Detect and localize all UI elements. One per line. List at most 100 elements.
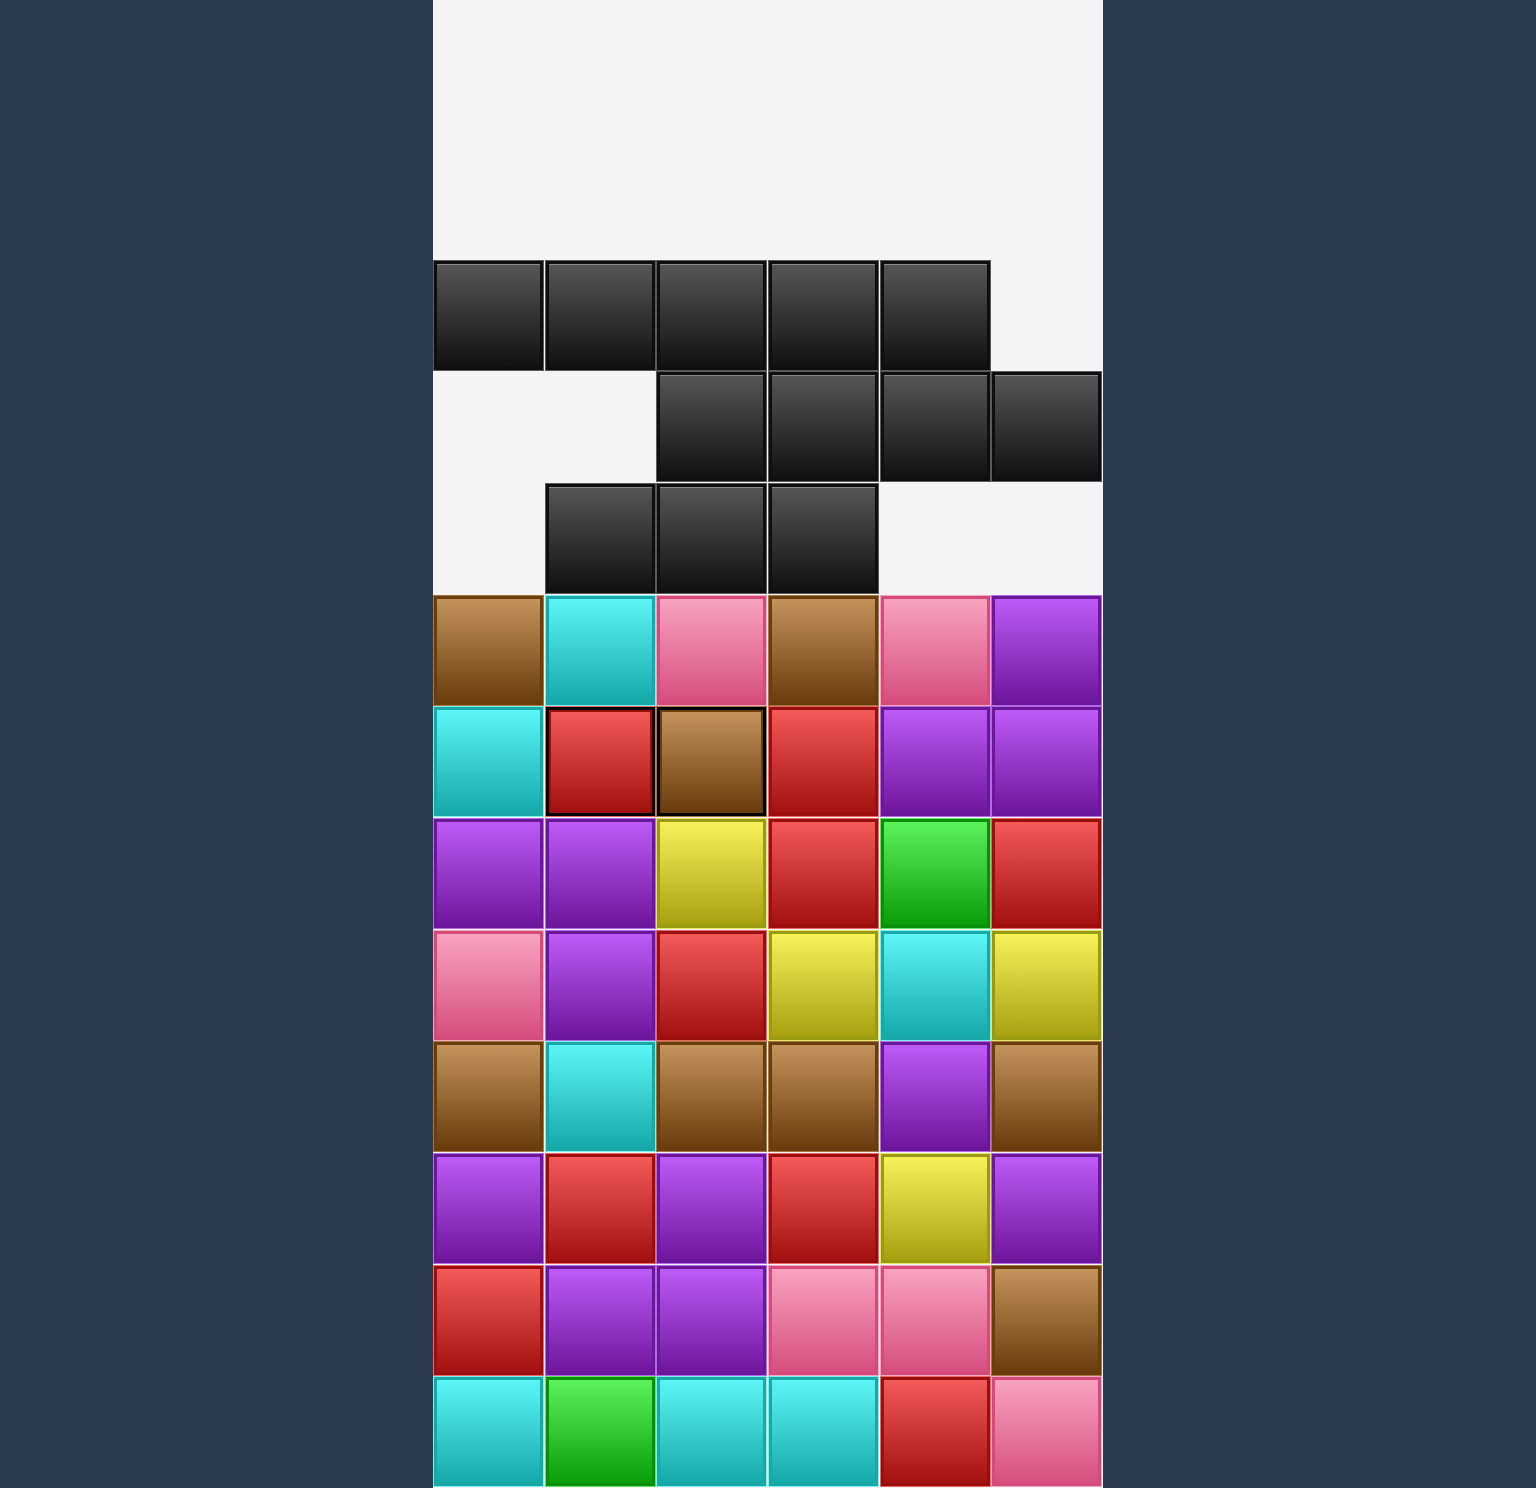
block-brown[interactable] — [991, 1041, 1102, 1152]
block-black[interactable] — [545, 483, 656, 594]
block-purple[interactable] — [545, 818, 656, 929]
block-face — [884, 1269, 987, 1372]
block-black[interactable] — [656, 260, 767, 371]
block-cyan[interactable] — [768, 1376, 879, 1487]
block-brown[interactable] — [656, 1041, 767, 1152]
block-yellow[interactable] — [880, 1153, 991, 1264]
block-red[interactable] — [545, 706, 656, 817]
block-face — [437, 599, 540, 702]
block-face — [995, 1269, 1098, 1372]
block-face — [772, 1269, 875, 1372]
block-black[interactable] — [433, 260, 544, 371]
block-black[interactable] — [656, 483, 767, 594]
block-pink[interactable] — [433, 930, 544, 1041]
block-pink[interactable] — [880, 1265, 991, 1376]
block-face — [772, 1157, 875, 1260]
block-purple[interactable] — [656, 1153, 767, 1264]
block-face — [660, 822, 763, 925]
block-face — [437, 822, 540, 925]
block-brown[interactable] — [768, 595, 879, 706]
block-purple[interactable] — [880, 706, 991, 817]
block-face — [995, 822, 1098, 925]
block-face — [549, 1380, 652, 1483]
block-purple[interactable] — [656, 1265, 767, 1376]
block-cyan[interactable] — [433, 1376, 544, 1487]
block-cyan[interactable] — [433, 706, 544, 817]
block-face — [884, 375, 987, 478]
block-red[interactable] — [545, 1153, 656, 1264]
block-pink[interactable] — [991, 1376, 1102, 1487]
block-face — [772, 487, 875, 590]
block-face — [884, 822, 987, 925]
block-purple[interactable] — [433, 818, 544, 929]
game-screen — [0, 0, 1536, 1488]
block-face — [884, 1157, 987, 1260]
block-face — [884, 264, 987, 367]
block-yellow[interactable] — [656, 818, 767, 929]
block-pink[interactable] — [656, 595, 767, 706]
block-brown[interactable] — [433, 595, 544, 706]
block-yellow[interactable] — [768, 930, 879, 1041]
block-purple[interactable] — [991, 1153, 1102, 1264]
block-black[interactable] — [880, 371, 991, 482]
block-cyan[interactable] — [880, 930, 991, 1041]
block-face — [437, 1157, 540, 1260]
block-red[interactable] — [768, 706, 879, 817]
block-face — [995, 1157, 1098, 1260]
block-red[interactable] — [433, 1265, 544, 1376]
block-face — [884, 599, 987, 702]
block-red[interactable] — [656, 930, 767, 1041]
game-board[interactable] — [433, 0, 1103, 1488]
block-face — [772, 1380, 875, 1483]
block-face — [549, 599, 652, 702]
block-pink[interactable] — [880, 595, 991, 706]
block-face — [660, 934, 763, 1037]
block-black[interactable] — [545, 260, 656, 371]
block-face — [549, 822, 652, 925]
block-brown[interactable] — [433, 1041, 544, 1152]
block-yellow[interactable] — [991, 930, 1102, 1041]
block-face — [551, 712, 650, 811]
block-face — [995, 1045, 1098, 1148]
block-black[interactable] — [656, 371, 767, 482]
block-brown[interactable] — [656, 706, 767, 817]
block-black[interactable] — [991, 371, 1102, 482]
block-black[interactable] — [880, 260, 991, 371]
block-face — [884, 1380, 987, 1483]
block-purple[interactable] — [880, 1041, 991, 1152]
block-face — [772, 1045, 875, 1148]
block-pink[interactable] — [768, 1265, 879, 1376]
block-face — [772, 375, 875, 478]
block-cyan[interactable] — [656, 1376, 767, 1487]
block-face — [772, 710, 875, 813]
block-face — [660, 1157, 763, 1260]
block-green[interactable] — [545, 1376, 656, 1487]
block-purple[interactable] — [991, 706, 1102, 817]
block-red[interactable] — [768, 818, 879, 929]
block-face — [660, 599, 763, 702]
block-face — [772, 822, 875, 925]
block-purple[interactable] — [433, 1153, 544, 1264]
block-red[interactable] — [991, 818, 1102, 929]
block-face — [772, 934, 875, 1037]
block-face — [437, 264, 540, 367]
block-red[interactable] — [768, 1153, 879, 1264]
block-face — [549, 487, 652, 590]
block-face — [660, 375, 763, 478]
block-purple[interactable] — [545, 930, 656, 1041]
block-brown[interactable] — [991, 1265, 1102, 1376]
block-black[interactable] — [768, 371, 879, 482]
block-cyan[interactable] — [545, 595, 656, 706]
block-black[interactable] — [768, 483, 879, 594]
block-purple[interactable] — [991, 595, 1102, 706]
block-brown[interactable] — [768, 1041, 879, 1152]
block-face — [884, 710, 987, 813]
block-red[interactable] — [880, 1376, 991, 1487]
block-face — [995, 934, 1098, 1037]
block-purple[interactable] — [545, 1265, 656, 1376]
block-face — [437, 1380, 540, 1483]
block-face — [772, 264, 875, 367]
block-cyan[interactable] — [545, 1041, 656, 1152]
block-black[interactable] — [768, 260, 879, 371]
block-green[interactable] — [880, 818, 991, 929]
